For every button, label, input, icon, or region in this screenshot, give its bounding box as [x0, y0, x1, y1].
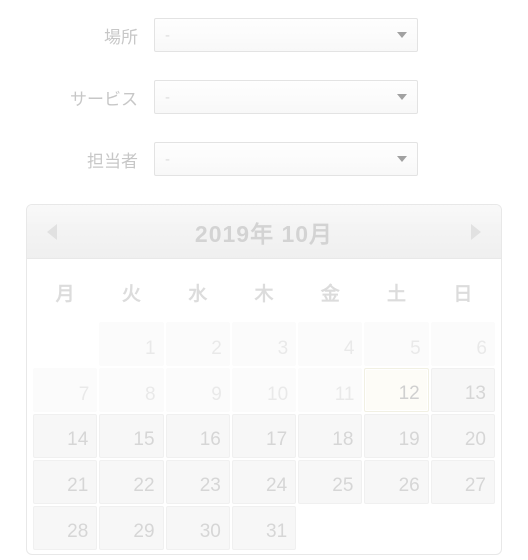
calendar-dow: 木 — [232, 269, 296, 320]
calendar-next-icon[interactable] — [471, 224, 481, 240]
calendar-day[interactable]: 26 — [364, 460, 428, 504]
service-select[interactable]: - — [154, 80, 418, 114]
location-label: 場所 — [24, 23, 154, 48]
calendar-cell-empty — [431, 506, 495, 550]
calendar-cell-empty — [364, 506, 428, 550]
calendar-day[interactable]: 12 — [364, 368, 428, 412]
chevron-down-icon — [397, 32, 407, 38]
calendar-title: 2019年 10月 — [195, 215, 333, 249]
calendar: 2019年 10月 月火水木金土日12345678910111213141516… — [26, 204, 502, 555]
calendar-day[interactable]: 18 — [298, 414, 362, 458]
calendar-day[interactable]: 23 — [166, 460, 230, 504]
calendar-day: 3 — [232, 322, 296, 366]
calendar-day[interactable]: 22 — [99, 460, 163, 504]
calendar-day[interactable]: 27 — [431, 460, 495, 504]
calendar-day: 2 — [166, 322, 230, 366]
calendar-day[interactable]: 17 — [232, 414, 296, 458]
calendar-day[interactable]: 15 — [99, 414, 163, 458]
staff-select-value: - — [165, 151, 170, 168]
calendar-cell-empty — [33, 322, 97, 366]
calendar-day[interactable]: 21 — [33, 460, 97, 504]
staff-select[interactable]: - — [154, 142, 418, 176]
calendar-day: 9 — [166, 368, 230, 412]
calendar-day: 7 — [33, 368, 97, 412]
filter-row-service: サービス - — [24, 80, 504, 114]
calendar-day[interactable]: 31 — [232, 506, 296, 550]
calendar-day[interactable]: 29 — [99, 506, 163, 550]
location-select-value: - — [165, 27, 170, 44]
calendar-day[interactable]: 20 — [431, 414, 495, 458]
calendar-day: 8 — [99, 368, 163, 412]
calendar-dow: 金 — [298, 269, 362, 320]
calendar-day[interactable]: 13 — [431, 368, 495, 412]
calendar-dow: 水 — [166, 269, 230, 320]
calendar-cell-empty — [298, 506, 362, 550]
calendar-dow: 日 — [431, 269, 495, 320]
chevron-down-icon — [397, 94, 407, 100]
calendar-day[interactable]: 30 — [166, 506, 230, 550]
calendar-day[interactable]: 28 — [33, 506, 97, 550]
calendar-day[interactable]: 14 — [33, 414, 97, 458]
calendar-day[interactable]: 19 — [364, 414, 428, 458]
service-select-value: - — [165, 89, 170, 106]
calendar-day[interactable]: 24 — [232, 460, 296, 504]
service-label: サービス — [24, 85, 154, 110]
calendar-day: 11 — [298, 368, 362, 412]
calendar-day: 6 — [431, 322, 495, 366]
calendar-dow: 月 — [33, 269, 97, 320]
calendar-day: 1 — [99, 322, 163, 366]
calendar-header: 2019年 10月 — [27, 205, 501, 259]
calendar-day[interactable]: 25 — [298, 460, 362, 504]
calendar-day: 5 — [364, 322, 428, 366]
location-select[interactable]: - — [154, 18, 418, 52]
chevron-down-icon — [397, 156, 407, 162]
calendar-dow: 火 — [99, 269, 163, 320]
filter-row-staff: 担当者 - — [24, 142, 504, 176]
calendar-day[interactable]: 16 — [166, 414, 230, 458]
calendar-dow: 土 — [364, 269, 428, 320]
calendar-grid: 月火水木金土日123456789101112131415161718192021… — [27, 259, 501, 554]
calendar-day: 10 — [232, 368, 296, 412]
filter-row-location: 場所 - — [24, 18, 504, 52]
staff-label: 担当者 — [24, 147, 154, 172]
calendar-prev-icon[interactable] — [47, 224, 57, 240]
calendar-day: 4 — [298, 322, 362, 366]
